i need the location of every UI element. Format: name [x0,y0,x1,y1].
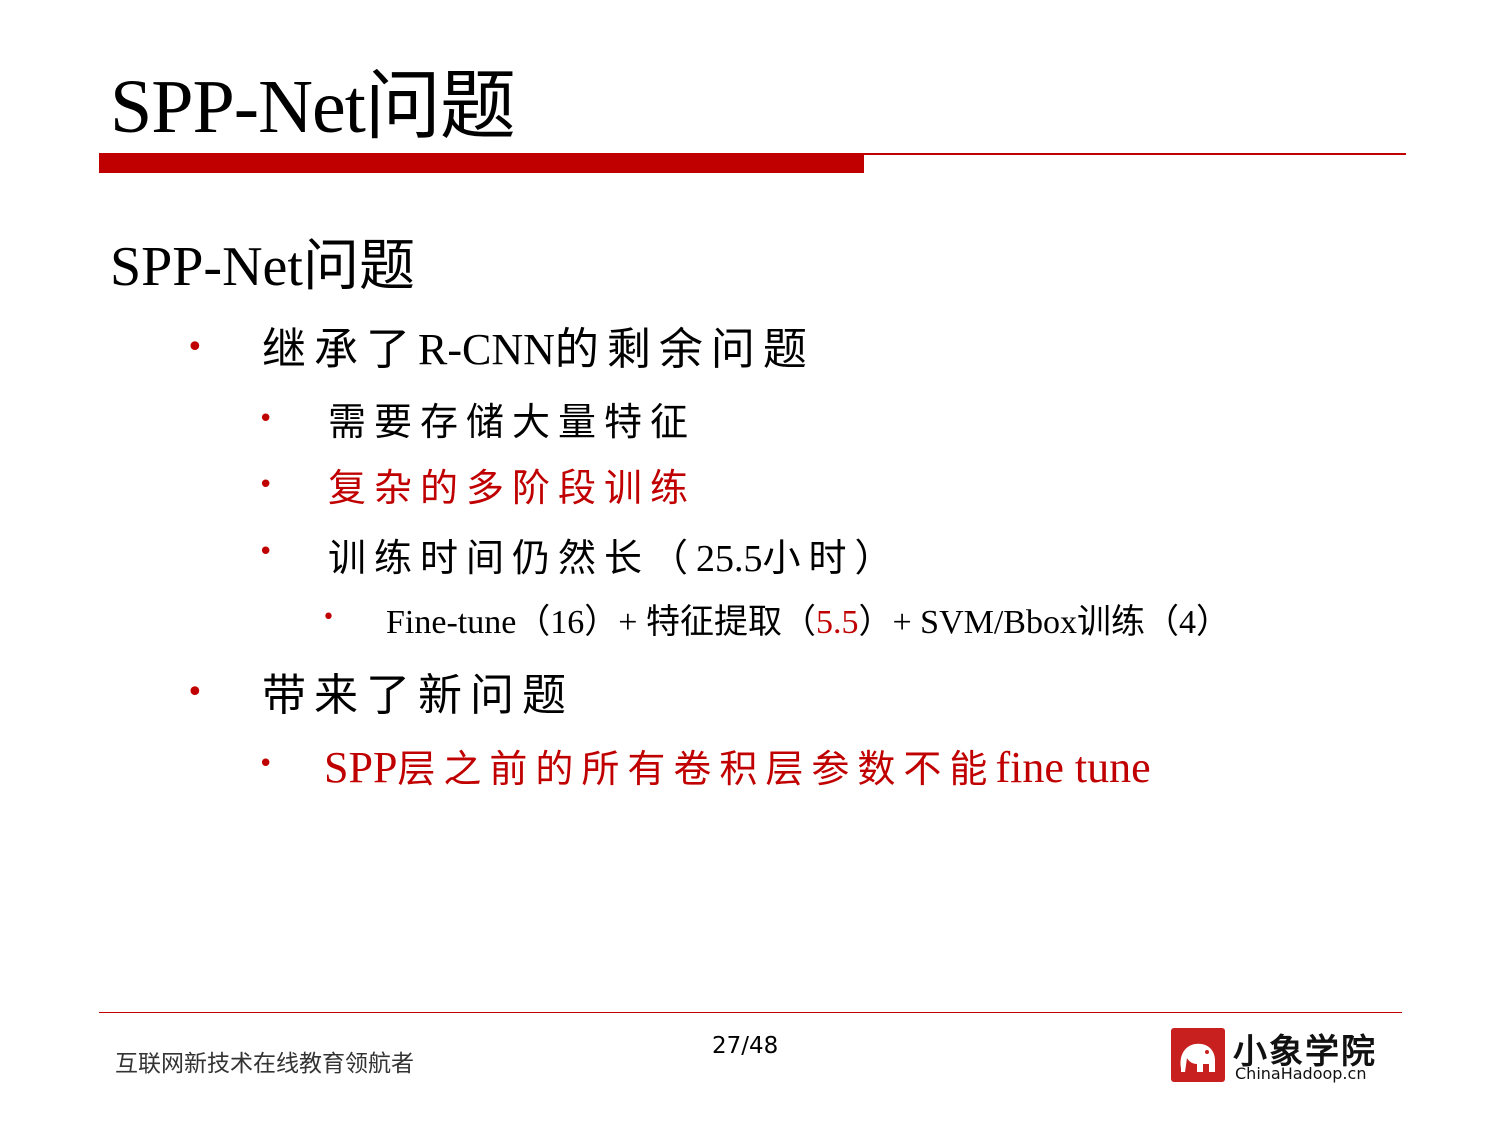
breakdown-part1: Fine-tune（16）+ 特征提取（ [386,604,816,641]
brand-logo: 小象学院 ChinaHadoop.cn [1171,1028,1391,1084]
list-item-new-issues: 带来了新问题 [262,671,574,720]
list-item-training-time: 训练时间仍然长（25.5小时） [328,534,901,584]
bullet-icon: • [258,470,274,500]
item-suffix: 小时） [762,538,901,580]
list-item-storage: 需要存储大量特征 [328,402,697,444]
footer-slogan: 互联网新技术在线教育领航者 [115,1051,414,1077]
list-item-multistage: 复杂的多阶段训练 [328,468,697,510]
item-prefix: SPP [324,743,398,792]
list-item-inherit-issues: 继承了R-CNN的剩余问题 [262,322,815,378]
breakdown-part3: ）+ SVM/Bbox训练（4） [858,604,1230,641]
item-main: 25.5 [696,538,763,580]
bullet-icon: • [322,605,335,630]
bullet-icon: • [258,404,274,434]
item-main: R-CNN [418,325,555,374]
logo-site: ChinaHadoop.cn [1235,1064,1367,1083]
footer-rule [99,1012,1402,1013]
item-prefix: 训练时间仍然长（ [328,538,697,580]
page-number: 27/48 [712,1033,779,1059]
bullet-icon: • [186,675,204,710]
item-cjk: 层之前的所有卷积层参数不能 [397,749,996,791]
item-suffix: fine tune [995,743,1151,792]
item-prefix: 继承了 [262,325,418,374]
content-heading: SPP-Net问题 [110,236,415,298]
title-rule-thick [99,155,864,173]
breakdown-feature-time: 5.5 [815,604,859,641]
list-item-time-breakdown: Fine-tune（16）+ 特征提取（5.5）+ SVM/Bbox训练（4） [386,600,1230,646]
bullet-icon: • [186,330,204,365]
bullet-icon: • [258,537,274,567]
item-suffix: 的剩余问题 [554,325,815,374]
elephant-icon [1171,1028,1225,1082]
list-item-no-finetune: SPP层之前的所有卷积层参数不能fine tune [324,740,1151,798]
slide-title: SPP-Net问题 [110,65,516,149]
bullet-icon: • [258,749,274,779]
